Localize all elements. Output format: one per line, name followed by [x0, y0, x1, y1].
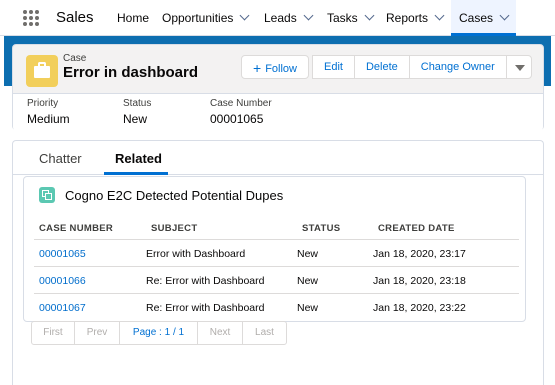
nav-item-label: Tasks [327, 11, 358, 25]
nav-item-home[interactable]: Home [117, 0, 149, 36]
related-list-title[interactable]: Cogno E2C Detected Potential Dupes [65, 188, 283, 203]
case-number-link[interactable]: 00001067 [39, 302, 86, 314]
nav-item-label: Cases [459, 11, 494, 25]
column-header-case-number: CASE NUMBER [39, 223, 114, 234]
subject-cell: Error with Dashboard [146, 248, 246, 260]
nav-item-cases[interactable]: Cases [451, 0, 517, 36]
nav-item-label: Reports [386, 11, 429, 25]
status-cell: New [297, 248, 319, 260]
subject-cell: Re: Error with Dashboard [146, 275, 265, 287]
change-owner-button[interactable]: Change Owner [408, 55, 507, 79]
table-divider [34, 239, 519, 240]
column-header-created-date: CREATED DATE [378, 223, 455, 234]
created-date-cell: Jan 18, 2020, 23:22 [373, 302, 466, 314]
created-date-cell: Jan 18, 2020, 23:18 [373, 275, 466, 287]
record-tabs-card: Chatter Related Cogno E2C Detected Poten… [12, 140, 544, 385]
table-divider [34, 266, 519, 267]
status-cell: New [297, 275, 319, 287]
field-case-number: Case Number 00001065 [210, 98, 272, 126]
active-tab-indicator [104, 172, 168, 175]
table-divider [34, 293, 519, 294]
prev-page-button[interactable]: Prev [75, 322, 120, 344]
follow-button-label: Follow [265, 63, 297, 75]
highlight-fields: Priority Medium Status New Case Number 0… [13, 93, 543, 131]
delete-button[interactable]: Delete [353, 55, 410, 79]
page-indicator: Page : 1 / 1 [120, 322, 198, 344]
nav-item-opportunities[interactable]: Opportunities [162, 0, 250, 36]
nav-item-reports[interactable]: Reports [386, 0, 445, 36]
column-header-status: STATUS [302, 223, 341, 234]
field-priority: Priority Medium [27, 98, 70, 126]
related-list-card: Cogno E2C Detected Potential Dupes CASE … [23, 176, 526, 322]
nav-item-tasks[interactable]: Tasks [327, 0, 375, 36]
first-page-button[interactable]: First [32, 322, 75, 344]
last-page-button[interactable]: Last [243, 322, 286, 344]
case-number-link[interactable]: 00001066 [39, 275, 86, 287]
nav-item-label: Home [117, 11, 150, 25]
case-number-link[interactable]: 00001065 [39, 248, 86, 260]
caret-down-icon [514, 65, 525, 71]
tab-chatter[interactable]: Chatter [39, 151, 82, 166]
chevron-down-icon[interactable] [303, 10, 314, 21]
nav-item-label: Opportunities [162, 11, 234, 25]
field-value: Medium [27, 112, 70, 126]
subject-cell: Re: Error with Dashboard [146, 302, 265, 314]
plus-icon: + [253, 60, 262, 76]
field-label: Status [123, 98, 152, 109]
object-type-label: Case [63, 53, 87, 64]
record-actions: + Follow Edit Delete Change Owner [241, 55, 532, 79]
global-navigation: Sales Home Opportunities Leads Tasks Rep… [0, 0, 555, 36]
follow-button[interactable]: + Follow [241, 55, 309, 79]
field-label: Priority [27, 98, 59, 109]
status-cell: New [297, 302, 319, 314]
field-label: Case Number [210, 98, 272, 109]
tab-bar: Chatter Related [13, 141, 543, 175]
briefcase-icon [26, 55, 58, 87]
more-actions-button[interactable] [505, 55, 532, 79]
record-highlights-panel: Case Error in dashboard + Follow Edit Del… [12, 44, 544, 131]
created-date-cell: Jan 18, 2020, 23:17 [373, 248, 466, 260]
column-header-subject: SUBJECT [151, 223, 198, 234]
chevron-down-icon[interactable] [499, 10, 510, 21]
duplicate-records-icon [39, 187, 55, 203]
chevron-down-icon[interactable] [434, 10, 445, 21]
field-value: New [123, 112, 148, 126]
app-launcher-icon[interactable] [23, 10, 39, 26]
chevron-down-icon[interactable] [239, 10, 250, 21]
chevron-down-icon[interactable] [364, 10, 375, 21]
field-status: Status New [123, 98, 151, 126]
field-value: 00001065 [210, 112, 264, 126]
nav-item-leads[interactable]: Leads [264, 0, 314, 36]
tab-related[interactable]: Related [115, 151, 162, 166]
pagination: First Prev Page : 1 / 1 Next Last [31, 321, 287, 345]
edit-button[interactable]: Edit [311, 55, 355, 79]
app-name: Sales [56, 9, 94, 26]
record-title: Error in dashboard [63, 64, 199, 81]
next-page-button[interactable]: Next [198, 322, 243, 344]
nav-item-label: Leads [264, 11, 297, 25]
